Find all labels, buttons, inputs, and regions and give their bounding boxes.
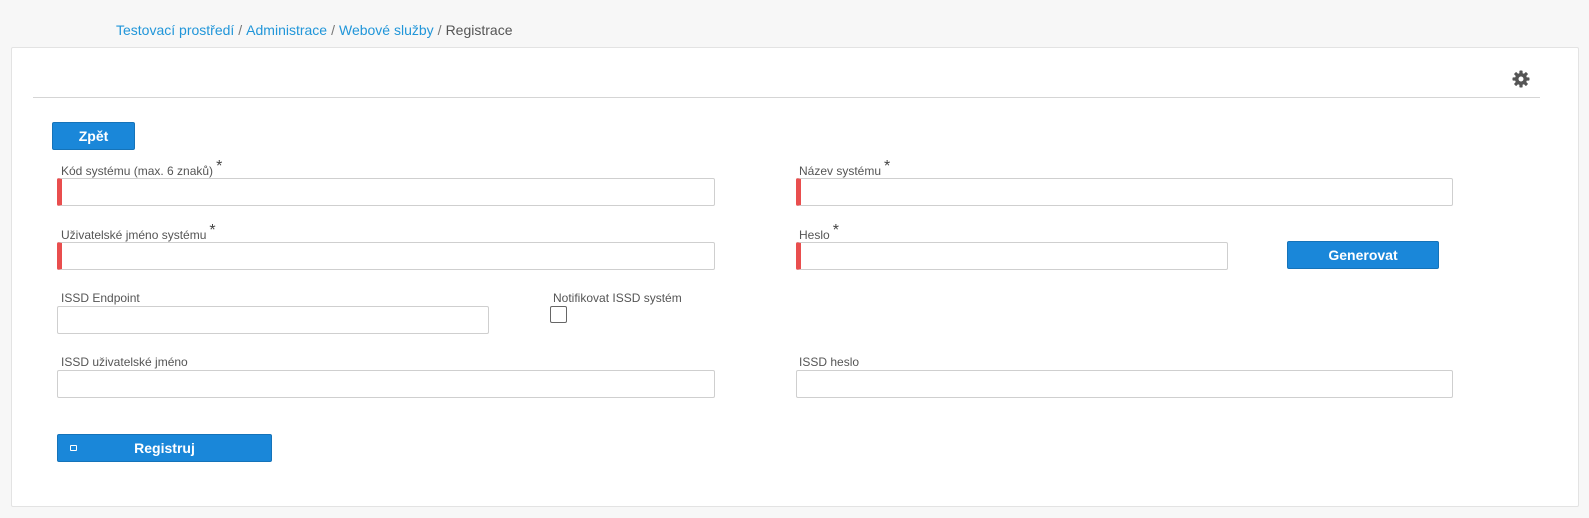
system-code-input[interactable] (57, 178, 715, 206)
system-username-input[interactable] (57, 242, 715, 270)
system-code-label-text: Kód systému (max. 6 znaků) (61, 164, 214, 178)
breadcrumb-separator: / (238, 22, 243, 38)
breadcrumb-separator: / (331, 22, 335, 38)
issd-username-label: ISSD uživatelské jméno (61, 355, 188, 369)
issd-endpoint-label: ISSD Endpoint (61, 291, 140, 305)
issd-endpoint-input[interactable] (57, 306, 489, 334)
breadcrumb-link-administration[interactable]: Administrace (246, 22, 327, 38)
required-star: * (884, 158, 891, 175)
breadcrumb: Testovací prostředí / Administrace / Webové … (116, 22, 512, 38)
system-name-input[interactable] (796, 178, 1453, 206)
notify-issd-label: Notifikovat ISSD systém (553, 291, 682, 305)
header-divider (33, 97, 1540, 98)
issd-password-label: ISSD heslo (799, 355, 860, 369)
generate-password-button[interactable]: Generovat (1287, 241, 1439, 269)
system-name-label-text: Název systému (799, 164, 882, 178)
gear-icon[interactable] (1511, 69, 1531, 89)
breadcrumb-separator: / (437, 22, 442, 38)
system-username-label-text: Uživatelské jméno systému (61, 228, 207, 242)
issd-password-input[interactable] (796, 370, 1453, 398)
required-star: * (209, 222, 216, 239)
back-button[interactable]: Zpět (52, 122, 135, 150)
required-star: * (216, 158, 223, 175)
breadcrumb-current: Registrace (445, 22, 513, 38)
registration-card: Zpět Kód systému (max. 6 znaků) * Název s… (11, 47, 1579, 507)
register-button-label: Registruj (134, 440, 195, 456)
register-button[interactable]: Registruj (57, 434, 272, 462)
required-star: * (832, 222, 839, 239)
notify-issd-checkbox[interactable] (550, 306, 567, 323)
password-label-text: Heslo (799, 228, 830, 242)
breadcrumb-link-test-env[interactable]: Testovací prostředí (116, 22, 234, 38)
issd-username-input[interactable] (57, 370, 715, 398)
breadcrumb-link-web-services[interactable]: Webové služby (339, 22, 434, 38)
password-input[interactable] (796, 242, 1228, 270)
register-icon (70, 445, 77, 451)
